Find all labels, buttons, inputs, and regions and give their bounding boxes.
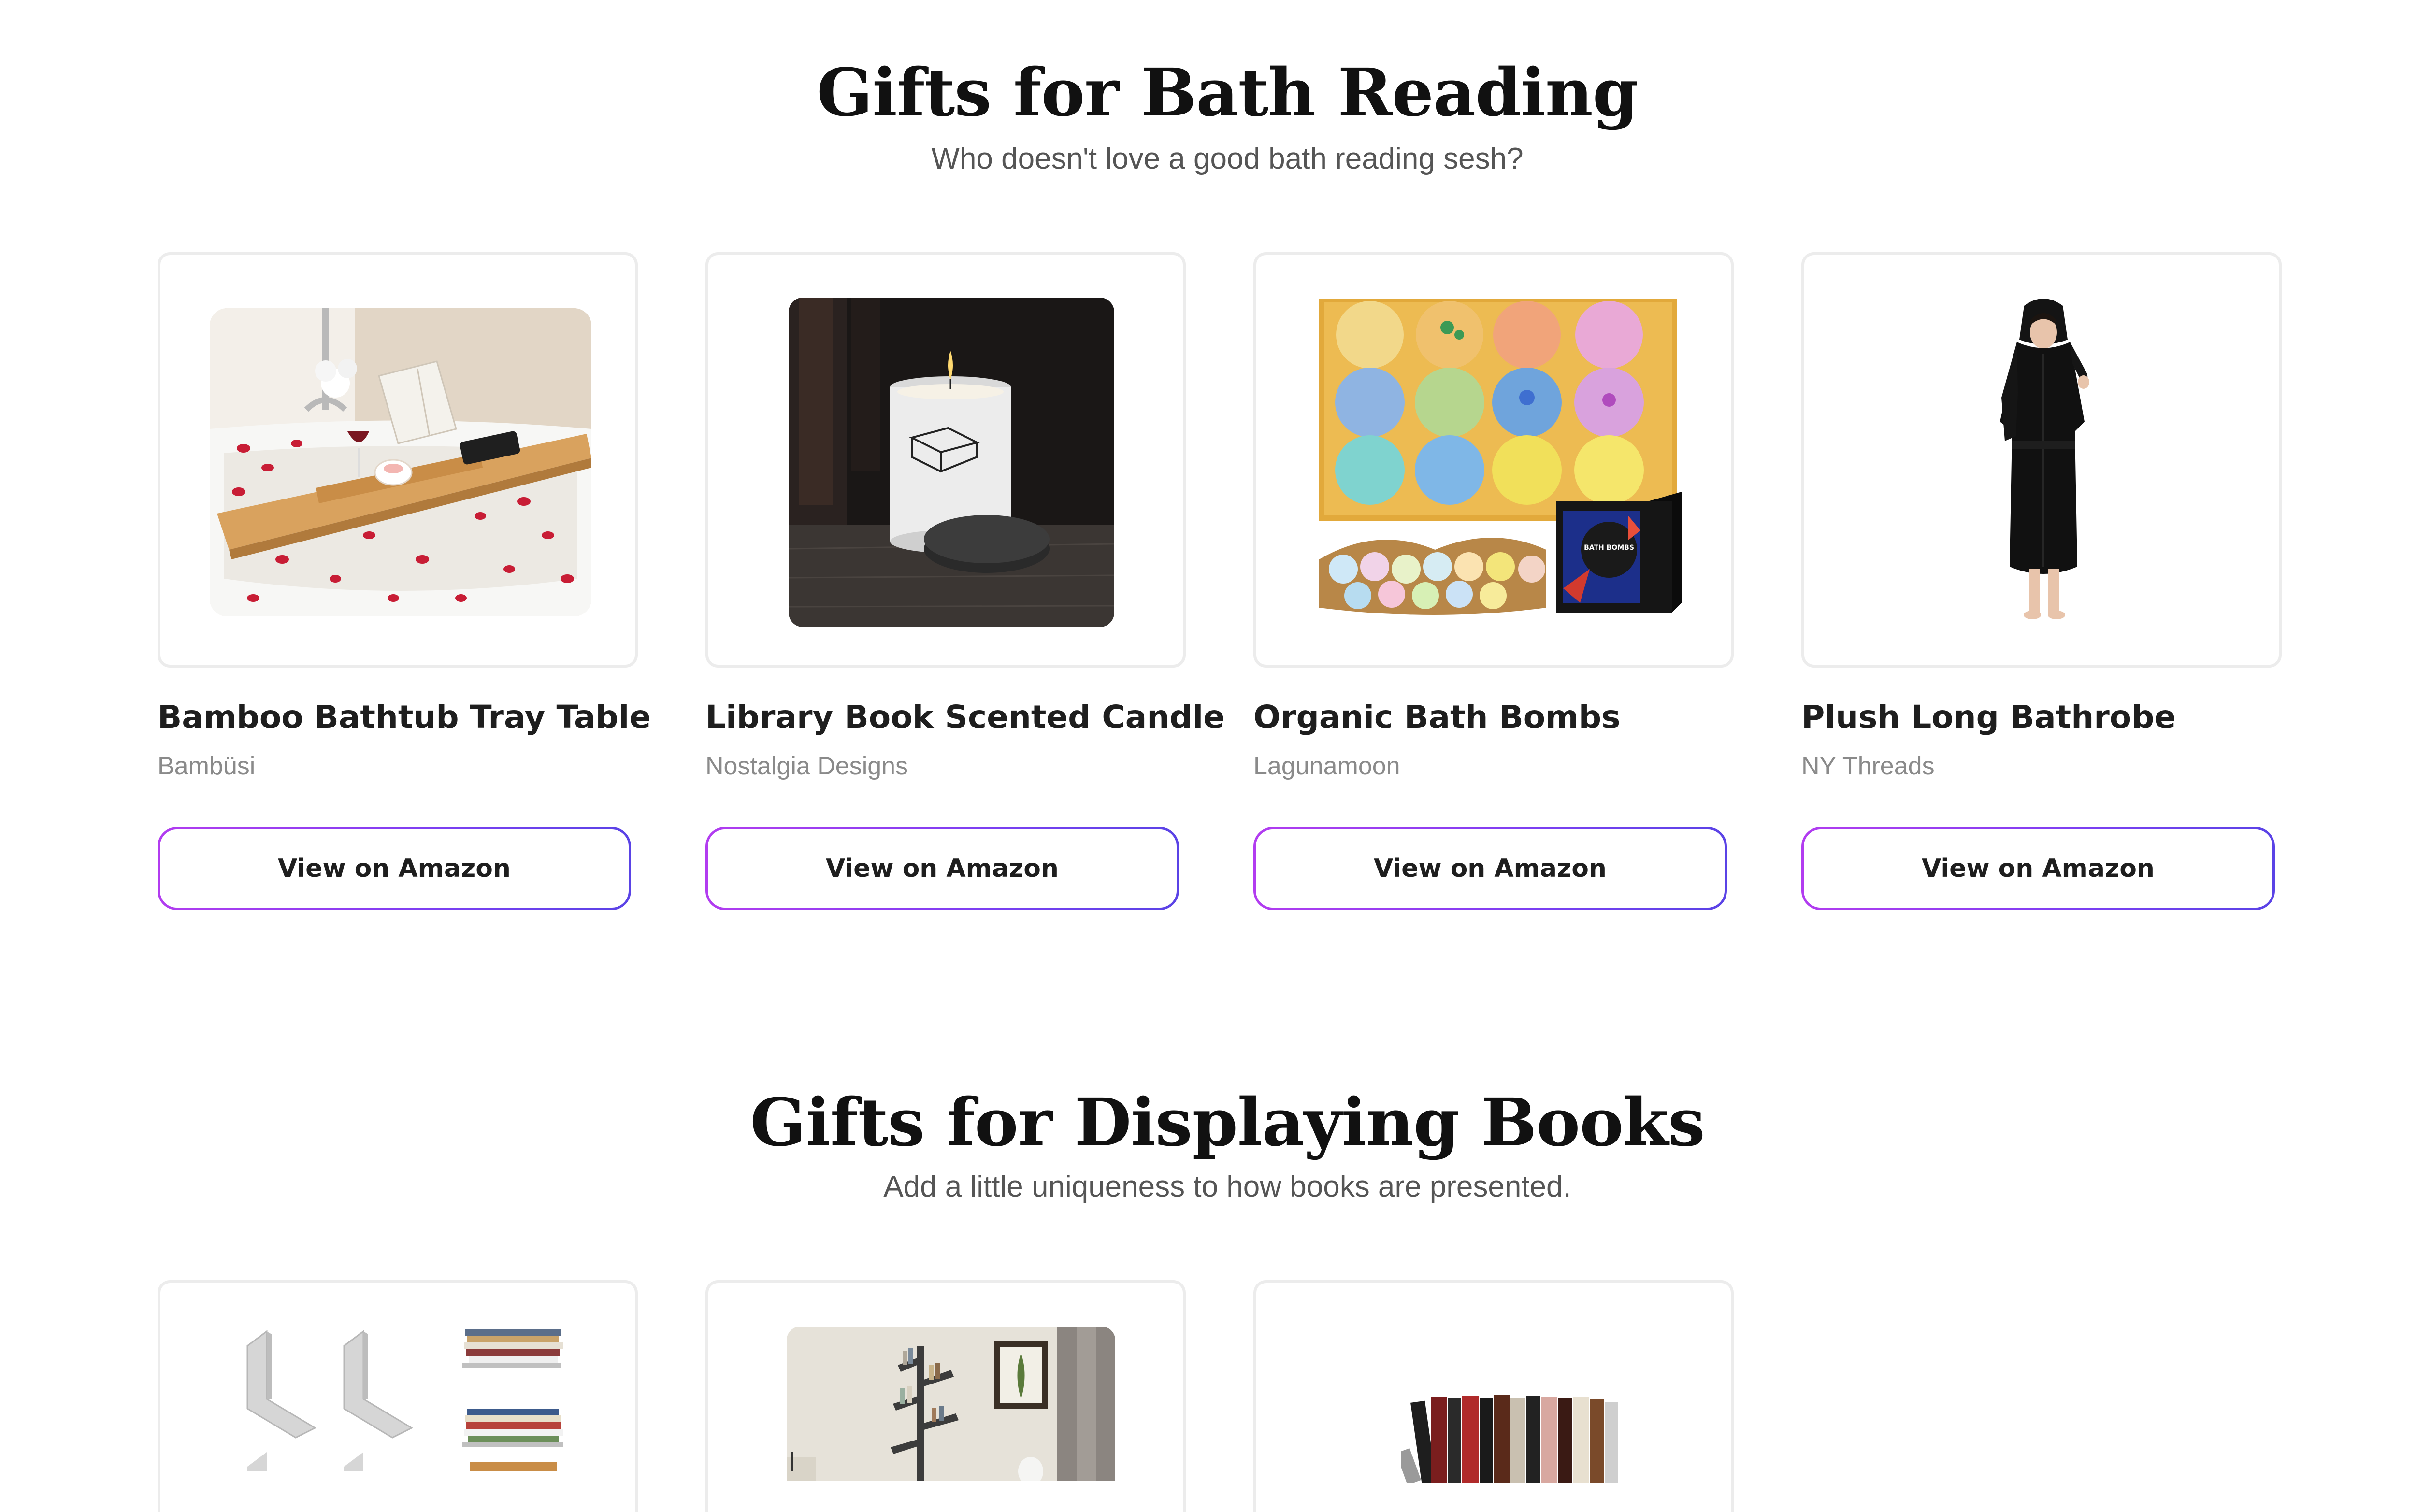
view-on-amazon-button[interactable]: View on Amazon xyxy=(1801,827,2275,910)
section-subtitle: Who doesn't love a good bath reading ses… xyxy=(931,142,1524,175)
product-image-card[interactable] xyxy=(158,1280,638,1512)
tree-bookshelf-image xyxy=(787,1327,1115,1481)
product-image-card[interactable] xyxy=(1801,252,2282,668)
view-on-amazon-button[interactable]: View on Amazon xyxy=(705,827,1179,910)
product-name: Plush Long Bathrobe xyxy=(1801,699,2176,736)
product-image-card[interactable] xyxy=(705,252,1186,668)
bath-bombs-image: BATH BOMBS xyxy=(1319,299,1682,627)
product-image-card[interactable]: BATH BOMBS xyxy=(1253,252,1734,668)
view-on-amazon-button[interactable]: View on Amazon xyxy=(158,827,631,910)
section-title: Gifts for Displaying Books xyxy=(750,1084,1705,1161)
product-name: Library Book Scented Candle xyxy=(705,699,1225,736)
product-name: Organic Bath Bombs xyxy=(1253,699,1621,736)
product-image-card[interactable] xyxy=(1253,1280,1734,1512)
product-image-card[interactable] xyxy=(158,252,638,668)
section-title: Gifts for Bath Reading xyxy=(817,54,1639,131)
floating-shelves-image xyxy=(228,1327,595,1471)
product-brand: Lagunamoon xyxy=(1253,752,1400,780)
view-on-amazon-button[interactable]: View on Amazon xyxy=(1253,827,1727,910)
section-subtitle: Add a little uniqueness to how books are… xyxy=(883,1170,1571,1203)
product-name: Bamboo Bathtub Tray Table xyxy=(158,699,651,736)
product-image-card[interactable] xyxy=(705,1280,1186,1512)
product-brand: Bambüsi xyxy=(158,752,256,780)
candle-image xyxy=(789,298,1114,627)
bathrobe-image xyxy=(1988,296,2099,634)
product-brand: NY Threads xyxy=(1801,752,1935,780)
product-brand: Nostalgia Designs xyxy=(705,752,908,780)
bath-bombs-box-label: BATH BOMBS xyxy=(1584,544,1634,552)
bath-tray-image xyxy=(210,308,591,616)
invisible-shelf-image xyxy=(1401,1392,1643,1483)
